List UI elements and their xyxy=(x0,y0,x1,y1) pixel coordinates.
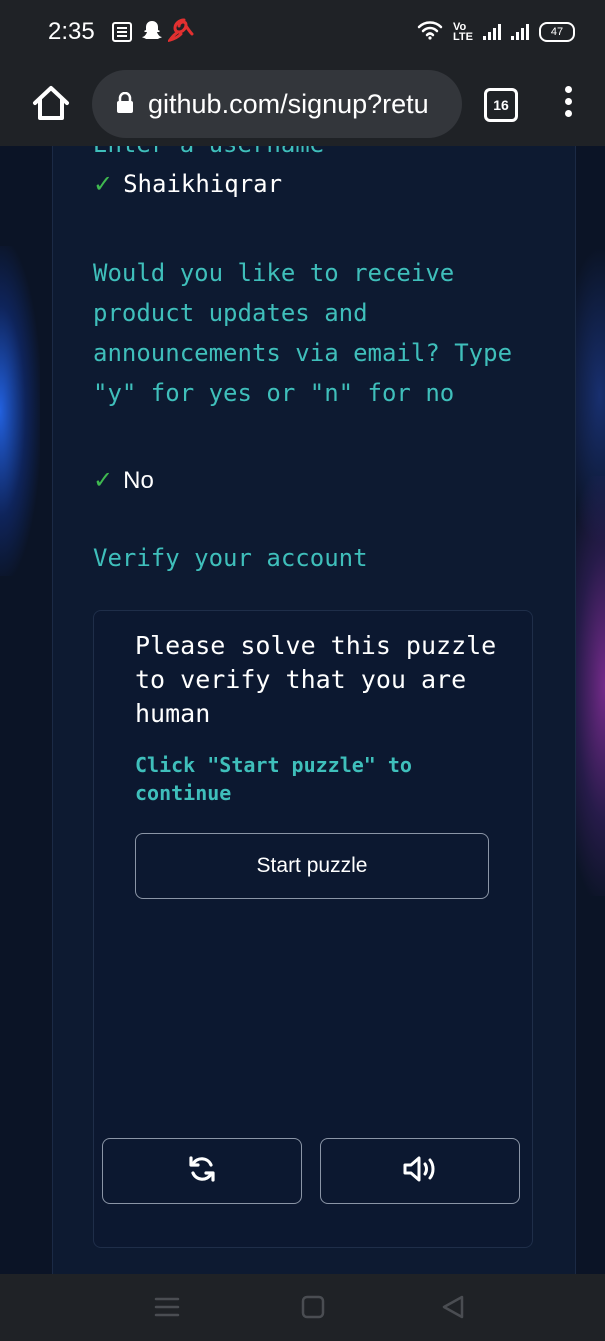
screen: 2:35 Vo LTE 47 github.com/signup?retu 16… xyxy=(0,0,605,1341)
audio-icon xyxy=(402,1154,438,1188)
username-label: Enter a username xyxy=(93,146,324,158)
verify-title: Verify your account xyxy=(93,544,368,572)
volte-badge: Vo LTE xyxy=(453,21,473,43)
check-icon: ✓ xyxy=(93,170,114,198)
background-glow-left xyxy=(0,246,40,576)
reload-button[interactable] xyxy=(102,1138,302,1204)
reload-icon xyxy=(187,1154,217,1188)
email-answer-value: No xyxy=(123,467,154,494)
back-icon[interactable] xyxy=(440,1294,466,1324)
more-vert-icon[interactable] xyxy=(562,86,574,122)
captcha-instruction: Please solve this puzzle to verify that … xyxy=(135,631,497,728)
browser-toolbar: github.com/signup?retu 16 xyxy=(0,64,605,146)
lock-icon xyxy=(116,91,134,114)
status-bar: 2:35 Vo LTE 47 xyxy=(0,0,605,64)
status-time: 2:35 xyxy=(48,18,95,45)
username-value: Shaikhiqrar xyxy=(123,170,283,198)
signal-icon-2 xyxy=(511,24,529,40)
email-answer: ✓ No xyxy=(93,466,154,495)
recents-icon[interactable] xyxy=(154,1296,180,1322)
home-icon[interactable] xyxy=(30,82,72,124)
wifi-icon xyxy=(417,20,443,44)
captcha-hint: Click "Start puzzle" to continue xyxy=(135,753,412,805)
tabs-icon[interactable]: 16 xyxy=(484,88,518,122)
page-content: Enter a username ✓ Shaikhiqrar Would you … xyxy=(0,146,605,1274)
system-nav-bar xyxy=(0,1274,605,1341)
captcha-box: Please solve this puzzle to verify that … xyxy=(93,610,533,1248)
check-icon: ✓ xyxy=(93,466,114,494)
username-answer: ✓ Shaikhiqrar xyxy=(93,170,282,198)
audio-button[interactable] xyxy=(320,1138,520,1204)
email-question: Would you like to receive product update… xyxy=(93,259,513,407)
notification-box-icon xyxy=(112,22,132,42)
battery-icon: 47 xyxy=(539,22,575,42)
url-text: github.com/signup?retu xyxy=(148,89,429,119)
home-square-icon[interactable] xyxy=(300,1294,326,1324)
snapchat-icon xyxy=(142,20,162,47)
address-bar[interactable]: github.com/signup?retu xyxy=(92,70,462,138)
airtel-icon xyxy=(166,18,194,46)
status-right-group: Vo LTE 47 xyxy=(417,20,575,44)
signal-icon xyxy=(483,24,501,40)
start-puzzle-button[interactable]: Start puzzle xyxy=(135,833,489,899)
